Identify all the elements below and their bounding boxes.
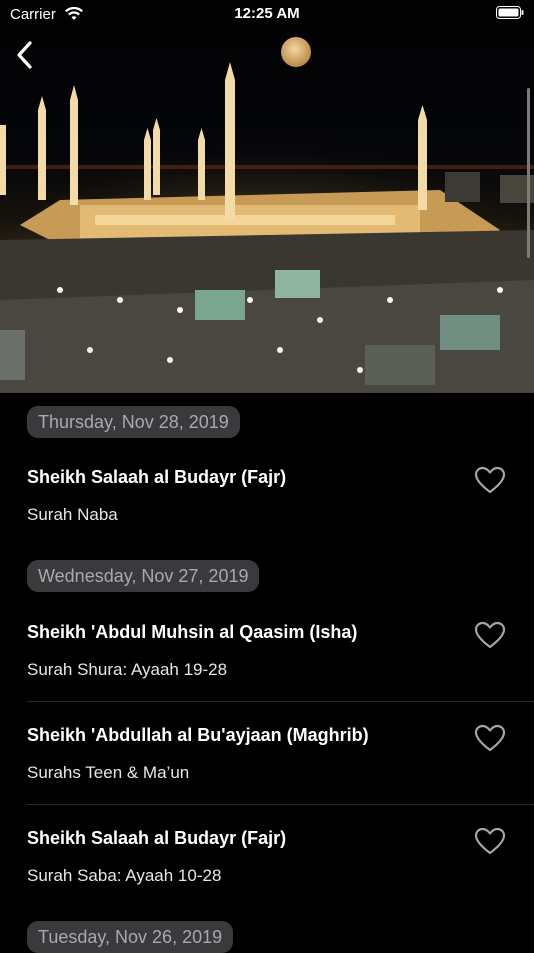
date-header: Thursday, Nov 28, 2019 xyxy=(27,406,240,438)
row-divider xyxy=(27,804,534,805)
heart-icon[interactable] xyxy=(474,723,506,753)
date-header: Tuesday, Nov 26, 2019 xyxy=(27,921,234,953)
row-divider xyxy=(27,701,534,702)
list-item[interactable]: Sheikh 'Abdullah al Bu'ayjaan (Maghrib) … xyxy=(0,723,534,829)
battery-icon xyxy=(496,6,524,19)
lecture-subtitle: Surah Naba xyxy=(27,505,118,524)
lecture-title: Sheikh Salaah al Budayr (Fajr) xyxy=(27,467,287,487)
hero-image xyxy=(0,0,534,393)
lecture-subtitle: Surah Shura: Ayaah 19-28 xyxy=(27,660,228,679)
heart-icon[interactable] xyxy=(474,826,506,856)
list-item[interactable]: Sheikh 'Abdul Muhsin al Qaasim (Isha) Su… xyxy=(0,620,534,726)
chevron-left-icon xyxy=(17,41,32,69)
lecture-title: Sheikh 'Abdullah al Bu'ayjaan (Maghrib) xyxy=(27,725,369,745)
list-item[interactable]: Sheikh Salaah al Budayr (Fajr) Surah Nab… xyxy=(0,465,534,571)
lecture-subtitle: Surah Saba: Ayaah 10-28 xyxy=(27,866,222,885)
lecture-title: Sheikh 'Abdul Muhsin al Qaasim (Isha) xyxy=(27,622,358,642)
list-item[interactable]: Sheikh Salaah al Budayr (Fajr) Surah Sab… xyxy=(0,826,534,932)
status-bar: Carrier 12:25 AM xyxy=(0,0,534,30)
heart-icon[interactable] xyxy=(474,620,506,650)
back-button[interactable] xyxy=(14,40,36,70)
lecture-title: Sheikh Salaah al Budayr (Fajr) xyxy=(27,828,287,848)
clock: 12:25 AM xyxy=(234,5,300,22)
mosque-illustration xyxy=(0,37,534,393)
heart-icon[interactable] xyxy=(474,465,506,495)
lecture-subtitle: Surahs Teen & Ma’un xyxy=(27,763,190,782)
date-header: Wednesday, Nov 27, 2019 xyxy=(27,560,260,592)
scrollbar[interactable] xyxy=(527,88,530,258)
moon xyxy=(281,37,311,67)
